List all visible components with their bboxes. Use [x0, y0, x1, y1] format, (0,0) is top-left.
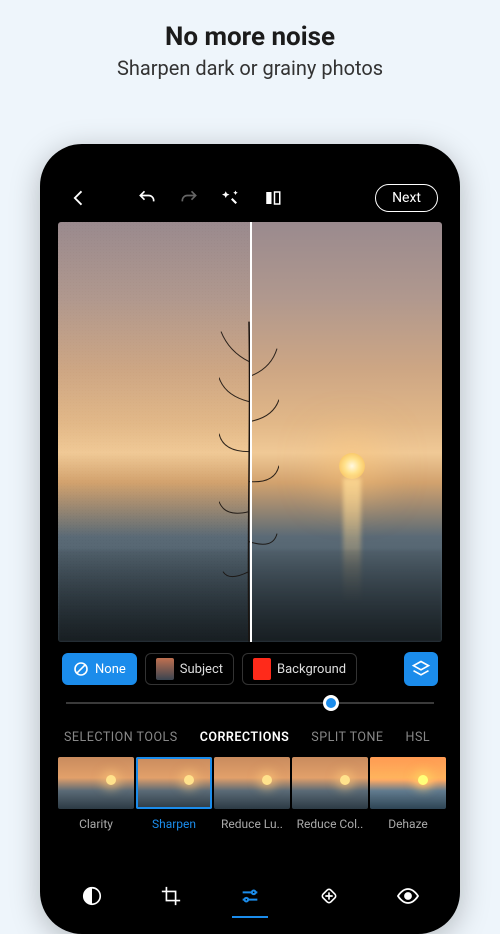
top-toolbar: Next [52, 178, 448, 218]
none-icon [73, 661, 89, 677]
redo-button[interactable] [172, 181, 206, 215]
undo-button[interactable] [130, 181, 164, 215]
tab-selection-tools[interactable]: SELECTION TOOLS [64, 730, 178, 745]
background-thumb-icon [253, 658, 271, 680]
compare-divider[interactable] [250, 222, 252, 642]
thumb-dehaze-image [370, 757, 446, 809]
tab-corrections[interactable]: CORRECTIONS [200, 730, 290, 745]
crop-icon [160, 885, 182, 907]
app-screen: Next [52, 178, 448, 922]
thumb-clarity-label: Clarity [58, 817, 134, 831]
mask-none-chip[interactable]: None [62, 653, 137, 685]
thumb-reduce-lum-label: Reduce Lu.. [214, 817, 290, 831]
subject-thumb-icon [156, 658, 174, 680]
adjustment-slider[interactable] [52, 692, 448, 720]
thumb-reduce-col-label: Reduce Col.. [292, 817, 368, 831]
nav-heal[interactable] [306, 876, 352, 916]
photo-preview[interactable] [58, 222, 442, 642]
auto-enhance-button[interactable] [214, 181, 248, 215]
thumb-sharpen[interactable]: Sharpen [136, 757, 212, 831]
heal-icon [318, 885, 340, 907]
nav-adjust[interactable] [227, 876, 273, 916]
layers-button[interactable] [404, 652, 438, 686]
thumb-clarity-image [58, 757, 134, 809]
promo-subtitle: Sharpen dark or grainy photos [0, 56, 500, 80]
mask-background-label: Background [277, 662, 346, 677]
mask-selector-row: None Subject Background [52, 642, 448, 692]
thumb-reduce-lum-image [214, 757, 290, 809]
nav-redeye[interactable] [385, 876, 431, 916]
bottom-nav [52, 870, 448, 922]
next-button[interactable]: Next [375, 184, 438, 212]
adjust-sliders-icon [239, 885, 261, 907]
thumb-sharpen-label: Sharpen [136, 817, 212, 831]
promo-title: No more noise [0, 22, 500, 52]
compare-button[interactable] [256, 181, 290, 215]
eye-icon [396, 884, 420, 908]
thumb-reduce-col-image [292, 757, 368, 809]
tab-split-tone[interactable]: SPLIT TONE [311, 730, 383, 745]
slider-thumb[interactable] [323, 695, 339, 711]
nav-crop[interactable] [148, 876, 194, 916]
mask-subject-label: Subject [180, 662, 223, 677]
nav-looks[interactable] [69, 876, 115, 916]
category-tabs: SELECTION TOOLS CORRECTIONS SPLIT TONE H… [52, 720, 448, 753]
thumb-dehaze-label: Dehaze [370, 817, 446, 831]
phone-frame: Next [40, 144, 460, 934]
thumb-clarity[interactable]: Clarity [58, 757, 134, 831]
thumb-reduce-color[interactable]: Reduce Col.. [292, 757, 368, 831]
thumb-dehaze[interactable]: Dehaze [370, 757, 446, 831]
tab-hsl[interactable]: HSL [406, 730, 431, 745]
thumb-sharpen-image [136, 757, 212, 809]
photo-noise-before [58, 222, 250, 642]
back-button[interactable] [62, 181, 96, 215]
correction-thumbnails: Clarity Sharpen Reduce Lu.. Reduce Col..… [52, 753, 448, 831]
mask-background-chip[interactable]: Background [242, 653, 357, 685]
looks-icon [81, 885, 103, 907]
slider-track [66, 702, 434, 704]
mask-none-label: None [95, 662, 126, 677]
mask-subject-chip[interactable]: Subject [145, 653, 234, 685]
layers-icon [411, 659, 431, 679]
thumb-reduce-luminance[interactable]: Reduce Lu.. [214, 757, 290, 831]
